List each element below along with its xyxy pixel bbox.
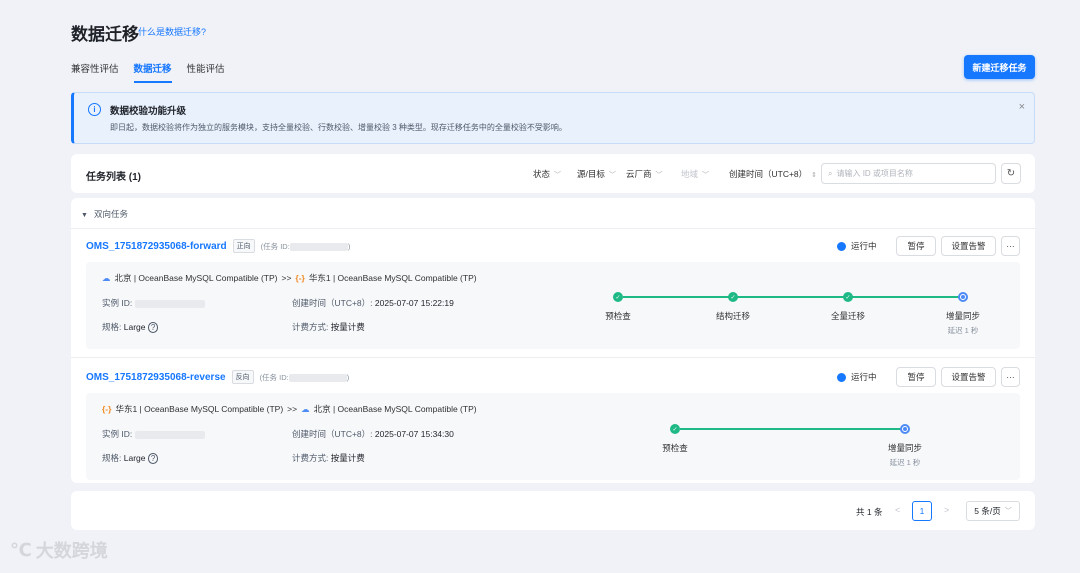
source-endpoint: 北京 | OceanBase MySQL Compatible (TP) [114,273,278,283]
filter-status[interactable]: 状态 ﹀ [533,168,561,180]
logo-icon: ℃ [10,539,32,560]
filter-region[interactable]: 地域 ﹀ [681,168,709,180]
cloud-icon: ☁ [301,403,310,414]
page-1-button[interactable]: 1 [912,501,932,521]
set-alarm-button[interactable]: 设置告警 [941,236,996,256]
check-icon: ✓ [670,424,680,434]
chevron-down-icon: ﹀ [554,172,562,179]
check-icon: ✓ [843,292,853,302]
help-icon: ? [147,322,159,333]
refresh-icon: ↻ [1006,168,1016,179]
status-badge: 运行中 [837,240,877,252]
spec: 规格: Large ? [102,452,159,464]
task-list-header: 任务列表 (1) 状态 ﹀ 源/目标 ﹀ 云厂商 ﹀ 地域 ﹀ 创建时间（UTC+8） ⇕… [71,154,1035,193]
task-group: ▼ 双向任务 OMS_1751872935068-forward 正向 (任务 I… [71,198,1035,483]
tab-bar: 兼容性评估 数据迁移 性能评估 [71,61,225,83]
more-button[interactable]: ··· [1001,367,1020,387]
direction-tag: 反向 [231,370,254,384]
caret-down-icon: ▼ [81,212,88,219]
progress-line [623,296,963,298]
step-label: 预检查 [662,443,688,453]
created-time: 创建时间（UTC+8）: 2025-07-07 15:22:19 [292,298,454,308]
sort-icon: ⇕ [811,172,818,179]
notice-desc: 即日起，数据校验将作为独立的服务模块，支持全量校验、行数校验、增量校验 3 种类… [110,123,567,132]
refresh-button[interactable]: ↻ [1001,163,1021,184]
help-icon: ? [147,453,159,464]
step-label: 结构迁移 [715,311,750,321]
billing: 计费方式: 按量计费 [292,322,365,332]
billing: 计费方式: 按量计费 [292,453,365,463]
running-step-icon [958,292,968,302]
instance-id: 实例 ID: [102,428,205,440]
step-label: 预检查 [605,311,631,321]
page-title: 数据迁移 [71,25,139,44]
search-input[interactable]: ⌕ 请输入 ID 或项目名称 [821,163,996,184]
task-detail-panel: {-} 华东1 | OceanBase MySQL Compatible (TP… [86,393,1020,480]
close-icon[interactable]: × [1019,101,1025,113]
more-button[interactable]: ··· [1001,236,1020,256]
target-endpoint: 北京 | OceanBase MySQL Compatible (TP) [313,404,477,414]
source-endpoint: 华东1 | OceanBase MySQL Compatible (TP) [115,404,284,414]
route: ☁ 北京 | OceanBase MySQL Compatible (TP) >… [102,272,477,284]
pause-button[interactable]: 暂停 [896,236,936,256]
chevron-down-icon: ﹀ [702,172,710,179]
chevron-down-icon: ﹀ [1004,508,1012,515]
task-name-link[interactable]: OMS_1751872935068-reverse [86,372,226,383]
page-size-select[interactable]: 5 条/页 ﹀ [966,501,1020,521]
help-link[interactable]: 什么是数据迁移? [138,25,206,38]
divider [71,357,1035,358]
check-icon: ✓ [728,292,738,302]
pagination: 共 1 条 < 1 > 5 条/页 ﹀ [71,491,1035,530]
check-icon: ✓ [613,292,623,302]
chevron-down-icon: ﹀ [655,172,663,179]
total-count: 共 1 条 [856,507,883,517]
task-id: (任务 ID:) [259,372,350,382]
notice-title: 数据校验功能升级 [110,106,187,117]
running-step-icon [900,424,910,434]
new-migration-button[interactable]: 新建迁移任务 [964,55,1035,79]
cloud-icon: ☁ [102,272,111,283]
instance-id: 实例 ID: [102,297,205,309]
direction-tag: 正向 [232,239,255,253]
divider [71,228,1035,229]
progress-line [680,428,905,430]
step-label: 增量同步 [887,443,922,453]
tab-performance[interactable]: 性能评估 [187,61,225,83]
status-badge: 运行中 [837,371,877,383]
task-name-link[interactable]: OMS_1751872935068-forward [86,241,227,252]
step-label: 全量迁移 [830,311,865,321]
search-icon: ⌕ [828,168,833,178]
target-endpoint: 华东1 | OceanBase MySQL Compatible (TP) [308,273,477,283]
group-toggle[interactable]: ▼ 双向任务 [81,208,128,220]
search-placeholder: 请输入 ID 或项目名称 [836,169,913,178]
route: {-} 华东1 | OceanBase MySQL Compatible (TP… [102,403,477,415]
step-label: 增量同步 [945,311,980,321]
set-alarm-button[interactable]: 设置告警 [941,367,996,387]
step-sub: 延迟 1 秒 [947,326,979,335]
watermark-logo: ℃ 大数跨境 [10,539,108,562]
pause-button[interactable]: 暂停 [896,367,936,387]
prev-page-icon[interactable]: < [895,505,900,515]
tab-migration[interactable]: 数据迁移 [133,61,172,83]
task-detail-panel: ☁ 北京 | OceanBase MySQL Compatible (TP) >… [86,262,1020,349]
status-dot-icon [837,372,846,382]
filter-cloud-vendor[interactable]: 云厂商 ﹀ [626,168,663,180]
filter-source-target[interactable]: 源/目标 ﹀ [577,168,616,180]
task-list-title: 任务列表 (1) [86,172,141,183]
task-title-row: OMS_1751872935068-forward 正向 (任务 ID:) [86,239,350,253]
created-time: 创建时间（UTC+8）: 2025-07-07 15:34:30 [292,429,454,439]
chevron-down-icon: ﹀ [608,172,616,179]
status-dot-icon [837,241,846,251]
filter-created-time[interactable]: 创建时间（UTC+8） ⇕ [729,168,817,180]
next-page-icon[interactable]: > [944,505,949,515]
notice-banner: i 数据校验功能升级 即日起，数据校验将作为独立的服务模块，支持全量校验、行数校… [71,92,1035,144]
bracket-icon: {-} [295,273,305,283]
spec: 规格: Large ? [102,321,159,333]
tab-compat[interactable]: 兼容性评估 [71,61,119,83]
step-sub: 延迟 1 秒 [889,458,921,467]
bracket-icon: {-} [102,404,112,414]
task-title-row: OMS_1751872935068-reverse 反向 (任务 ID:) [86,370,349,384]
task-id: (任务 ID:) [260,241,351,251]
info-icon: i [88,103,101,116]
